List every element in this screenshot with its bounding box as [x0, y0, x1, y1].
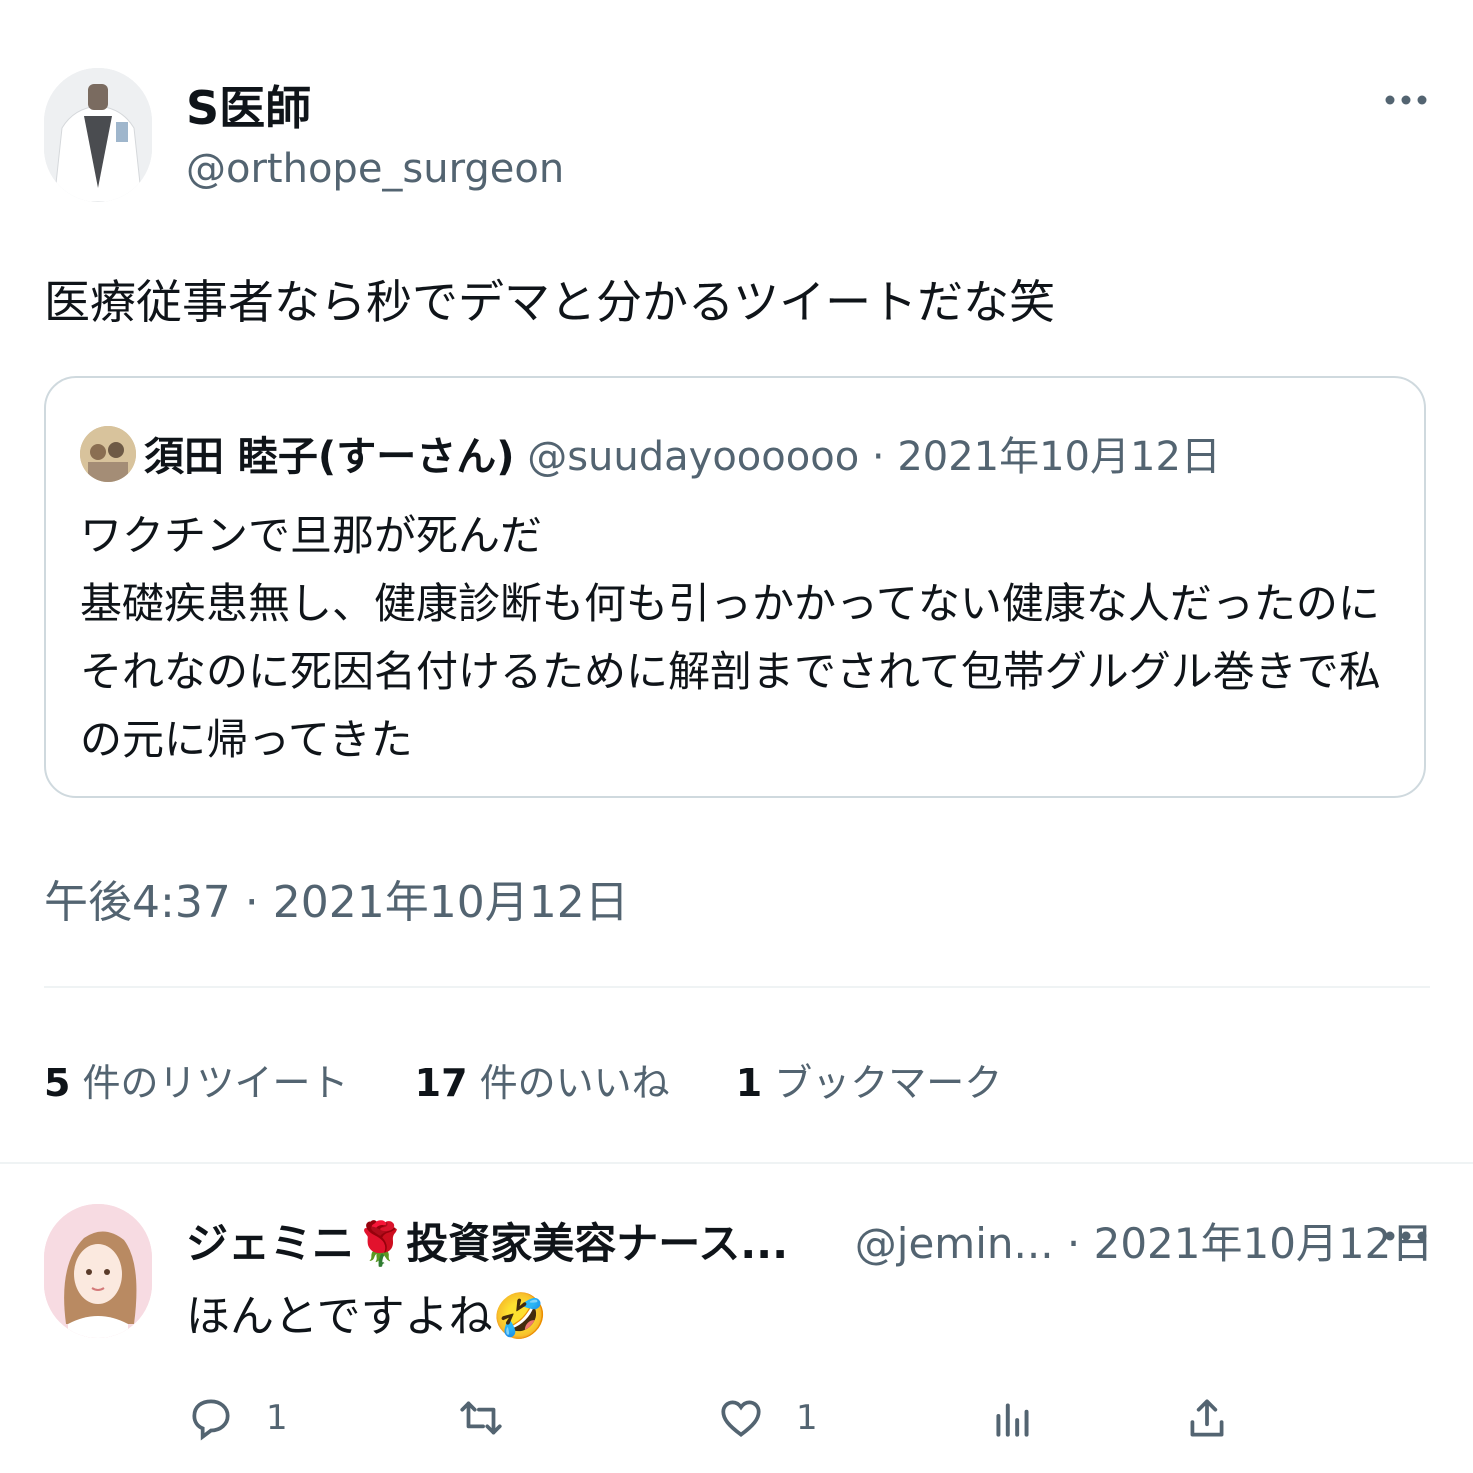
author-name[interactable]: S医師: [186, 72, 311, 138]
share-action[interactable]: [1182, 1390, 1232, 1446]
reply-text: ほんとですよね🤣: [186, 1291, 548, 1342]
more-icon[interactable]: [1382, 80, 1430, 120]
likes-stat[interactable]: 17 件のいいね: [415, 1061, 670, 1105]
reply-count: 1: [266, 1398, 288, 1438]
heart-icon: [721, 1400, 761, 1438]
like-action[interactable]: 1: [716, 1390, 818, 1446]
quote-line: 基礎疾患無し、健康診断も何も引っかかってない健康な人だったのに: [80, 579, 1380, 628]
reply-header: ジェミニ🌹投資家美容ナース... @jemin... · 2021年10月12日: [186, 1210, 1433, 1271]
likes-count: 17: [414, 1061, 468, 1105]
quote-header: 須田 睦子(すーさん) @suudayoooooo · 2021年10月12日: [144, 424, 1221, 482]
quote-author-meta: @suudayoooooo · 2021年10月12日: [514, 434, 1221, 480]
quote-author-avatar: [80, 426, 136, 482]
reply-author-meta[interactable]: @jemin... · 2021年10月12日: [855, 1219, 1434, 1268]
reply-author-name[interactable]: ジェミニ🌹投資家美容ナース...: [186, 1219, 788, 1268]
views-action[interactable]: [988, 1390, 1038, 1446]
quoted-tweet-card[interactable]: 須田 睦子(すーさん) @suudayoooooo · 2021年10月12日 …: [44, 376, 1426, 798]
retweets-stat[interactable]: 5 件のリツイート: [44, 1061, 349, 1105]
retweet-action[interactable]: [456, 1390, 506, 1446]
retweet-icon: [460, 1401, 502, 1435]
quote-line: の元に帰ってきた: [80, 715, 413, 764]
tweet-stats: 5 件のリツイート 17 件のいいね 1 ブックマーク: [44, 1052, 1056, 1107]
tweet-timestamp[interactable]: 午後4:37 · 2021年10月12日: [44, 866, 629, 930]
retweets-count: 5: [44, 1061, 71, 1105]
reply-bubble-icon: [192, 1399, 230, 1441]
bar-chart-icon: [996, 1403, 1029, 1437]
reply-author-avatar[interactable]: [44, 1204, 152, 1338]
quote-author-name: 須田 睦子(すーさん): [144, 434, 515, 480]
bookmarks-count: 1: [735, 1061, 763, 1105]
author-avatar[interactable]: [44, 68, 152, 202]
reply-action[interactable]: 1: [186, 1390, 288, 1446]
like-count: 1: [796, 1398, 818, 1438]
divider: [44, 986, 1430, 988]
share-upload-icon: [1190, 1399, 1224, 1437]
bookmarks-stat[interactable]: 1 ブックマーク: [736, 1061, 1003, 1105]
author-handle[interactable]: @orthope_surgeon: [186, 146, 564, 192]
quote-text: ワクチンで旦那が死んだ 基礎疾患無し、健康診断も何も引っかかってない健康な人だっ…: [80, 502, 1381, 774]
retweets-label: 件のリツイート: [70, 1061, 349, 1105]
bookmarks-label: ブックマーク: [762, 1061, 1003, 1105]
tweet-text: 医療従事者なら秒でデマと分かるツイートだな笑: [44, 275, 1056, 329]
quote-line: ワクチンで旦那が死んだ: [80, 511, 543, 560]
reply-more-icon[interactable]: [1382, 1216, 1430, 1256]
divider: [0, 1162, 1473, 1164]
quote-line: それなのに死因名付けるために解剖までされて包帯グルグル巻きで私: [80, 647, 1381, 696]
likes-label: 件のいいね: [467, 1061, 670, 1105]
